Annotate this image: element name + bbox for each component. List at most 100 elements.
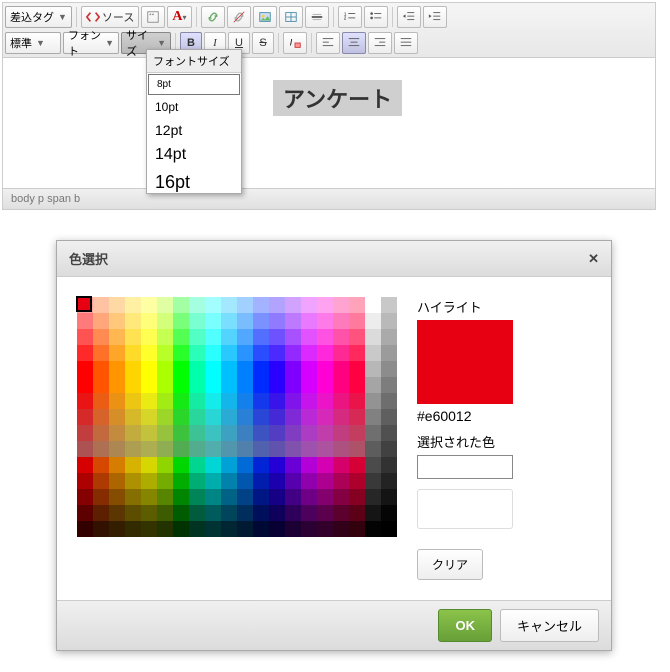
color-swatch[interactable] — [253, 521, 269, 537]
color-swatch[interactable] — [301, 377, 317, 393]
color-swatch[interactable] — [157, 297, 173, 313]
color-swatch[interactable] — [125, 457, 141, 473]
color-swatch[interactable] — [205, 473, 221, 489]
color-swatch[interactable] — [253, 297, 269, 313]
color-swatch[interactable] — [93, 313, 109, 329]
color-swatch[interactable] — [365, 505, 381, 521]
color-swatch[interactable] — [237, 377, 253, 393]
color-swatch[interactable] — [349, 473, 365, 489]
color-swatch[interactable] — [317, 297, 333, 313]
color-swatch[interactable] — [189, 425, 205, 441]
color-swatch[interactable] — [109, 473, 125, 489]
strike-button[interactable]: S — [252, 32, 274, 54]
color-swatch[interactable] — [221, 441, 237, 457]
color-swatch[interactable] — [221, 505, 237, 521]
color-swatch[interactable] — [365, 489, 381, 505]
align-justify-button[interactable] — [394, 32, 418, 54]
color-swatch[interactable] — [221, 297, 237, 313]
color-swatch[interactable] — [157, 329, 173, 345]
color-swatch[interactable] — [189, 377, 205, 393]
align-left-button[interactable] — [316, 32, 340, 54]
color-swatch[interactable] — [77, 393, 93, 409]
color-swatch[interactable] — [93, 377, 109, 393]
color-swatch[interactable] — [237, 441, 253, 457]
color-swatch[interactable] — [253, 489, 269, 505]
template-button[interactable] — [141, 6, 165, 28]
element-path[interactable]: body p span b — [3, 188, 655, 209]
color-swatch[interactable] — [237, 489, 253, 505]
color-swatch[interactable] — [301, 409, 317, 425]
color-swatch[interactable] — [317, 313, 333, 329]
color-swatch[interactable] — [349, 425, 365, 441]
color-swatch[interactable] — [269, 345, 285, 361]
color-swatch[interactable] — [77, 313, 93, 329]
clear-button[interactable]: クリア — [417, 549, 483, 580]
remove-format-button[interactable]: I — [283, 32, 307, 54]
color-swatch[interactable] — [285, 329, 301, 345]
color-swatch[interactable] — [349, 393, 365, 409]
color-swatch[interactable] — [109, 361, 125, 377]
color-swatch[interactable] — [317, 329, 333, 345]
color-swatch[interactable] — [349, 409, 365, 425]
color-swatch[interactable] — [173, 457, 189, 473]
fontsize-option[interactable]: 16pt — [147, 168, 241, 193]
color-swatch[interactable] — [141, 313, 157, 329]
color-swatch[interactable] — [333, 521, 349, 537]
color-swatch[interactable] — [93, 361, 109, 377]
color-swatch[interactable] — [205, 441, 221, 457]
color-swatch[interactable] — [93, 329, 109, 345]
color-swatch[interactable] — [189, 473, 205, 489]
color-swatch[interactable] — [317, 409, 333, 425]
fontsize-option[interactable]: 12pt — [147, 118, 241, 142]
color-swatch[interactable] — [317, 441, 333, 457]
color-swatch[interactable] — [125, 489, 141, 505]
color-swatch[interactable] — [301, 521, 317, 537]
color-swatch[interactable] — [125, 361, 141, 377]
color-swatch[interactable] — [109, 441, 125, 457]
color-swatch[interactable] — [157, 393, 173, 409]
color-swatch[interactable] — [77, 505, 93, 521]
color-swatch[interactable] — [301, 297, 317, 313]
color-swatch[interactable] — [349, 297, 365, 313]
color-swatch[interactable] — [285, 361, 301, 377]
color-swatch[interactable] — [125, 313, 141, 329]
color-swatch[interactable] — [221, 521, 237, 537]
color-swatch[interactable] — [237, 313, 253, 329]
color-swatch[interactable] — [301, 393, 317, 409]
color-swatch[interactable] — [77, 329, 93, 345]
color-swatch[interactable] — [349, 361, 365, 377]
color-swatch[interactable] — [125, 521, 141, 537]
format-dropdown[interactable]: 標準▼ — [5, 32, 61, 54]
color-swatch[interactable] — [125, 409, 141, 425]
color-swatch[interactable] — [221, 393, 237, 409]
color-swatch[interactable] — [349, 505, 365, 521]
color-swatch[interactable] — [253, 441, 269, 457]
color-swatch[interactable] — [269, 425, 285, 441]
color-swatch[interactable] — [141, 489, 157, 505]
color-swatch[interactable] — [237, 409, 253, 425]
color-swatch[interactable] — [253, 377, 269, 393]
color-swatch[interactable] — [237, 297, 253, 313]
color-swatch[interactable] — [173, 329, 189, 345]
color-swatch[interactable] — [349, 457, 365, 473]
color-swatch[interactable] — [141, 329, 157, 345]
color-swatch[interactable] — [125, 377, 141, 393]
color-swatch[interactable] — [269, 441, 285, 457]
color-swatch[interactable] — [253, 313, 269, 329]
color-swatch[interactable] — [173, 489, 189, 505]
color-swatch[interactable] — [285, 409, 301, 425]
color-swatch[interactable] — [125, 393, 141, 409]
color-swatch[interactable] — [253, 329, 269, 345]
color-swatch[interactable] — [141, 457, 157, 473]
color-swatch[interactable] — [125, 345, 141, 361]
color-swatch[interactable] — [269, 361, 285, 377]
color-swatch[interactable] — [333, 457, 349, 473]
color-swatch[interactable] — [157, 521, 173, 537]
color-swatch[interactable] — [189, 313, 205, 329]
table-button[interactable] — [279, 6, 303, 28]
color-swatch[interactable] — [189, 361, 205, 377]
color-swatch[interactable] — [349, 329, 365, 345]
color-swatch[interactable] — [333, 297, 349, 313]
color-swatch[interactable] — [189, 457, 205, 473]
color-swatch[interactable] — [381, 409, 397, 425]
